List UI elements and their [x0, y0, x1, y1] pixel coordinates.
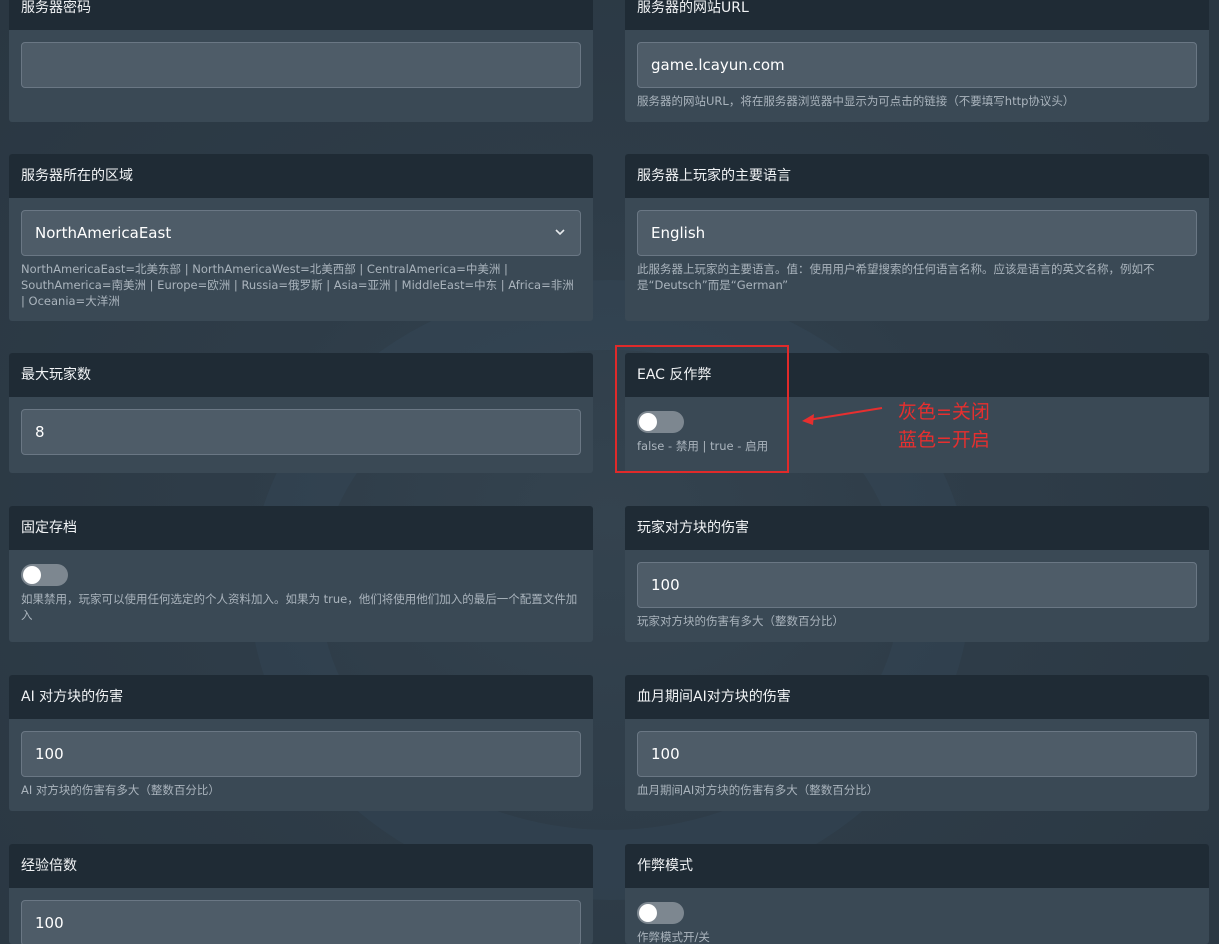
server-url-input[interactable]: game.lcayun.com: [637, 42, 1197, 88]
card-server-password: 服务器密码: [9, 0, 593, 122]
settings-page: 服务器密码 服务器的网站URL game.lcayun.com 服务器的网站UR…: [0, 0, 1219, 944]
fixed-save-toggle[interactable]: [21, 564, 68, 586]
help-text: AI 对方块的伤害有多大（整数百分比）: [21, 783, 220, 797]
help-text: 如果禁用，玩家可以使用任何选定的个人资料加入。如果为 true，他们将使用他们加…: [21, 592, 578, 622]
annotation-text-off: 灰色=关闭: [898, 401, 990, 423]
help-text: 此服务器上玩家的主要语言。值：使用用户希望搜索的任何语言名称。应该是语言的英文名…: [637, 262, 1155, 292]
card-player-block-damage: 玩家对方块的伤害 100 玩家对方块的伤害有多大（整数百分比）: [625, 506, 1209, 642]
toggle-knob: [639, 904, 657, 922]
max-players-input[interactable]: 8: [21, 409, 581, 455]
help-text: 作弊模式开/关: [637, 930, 710, 944]
card-title: 经验倍数: [9, 844, 593, 888]
card-title: 血月期间AI对方块的伤害: [625, 675, 1209, 719]
chevron-down-icon: [554, 211, 566, 273]
card-title: 服务器所在的区域: [9, 154, 593, 198]
help-text: 服务器的网站URL，将在服务器浏览器中显示为可点击的链接（不要填写http协议头…: [637, 94, 1075, 108]
card-fixed-save: 固定存档 如果禁用，玩家可以使用任何选定的个人资料加入。如果为 true，他们将…: [9, 506, 593, 642]
bloodmoon-ai-block-damage-input[interactable]: 100: [637, 731, 1197, 777]
player-block-damage-input[interactable]: 100: [637, 562, 1197, 608]
card-title: 服务器密码: [9, 0, 593, 30]
card-cheat-mode: 作弊模式 作弊模式开/关: [625, 844, 1209, 944]
server-region-select[interactable]: NorthAmericaEast: [21, 210, 581, 256]
card-server-region: 服务器所在的区域 NorthAmericaEast NorthAmericaEa…: [9, 154, 593, 321]
ai-block-damage-input[interactable]: 100: [21, 731, 581, 777]
card-title: 最大玩家数: [9, 353, 593, 397]
server-language-input[interactable]: English: [637, 210, 1197, 256]
toggle-knob: [23, 566, 41, 584]
help-text: 血月期间AI对方块的伤害有多大（整数百分比）: [637, 783, 879, 797]
card-server-url: 服务器的网站URL game.lcayun.com 服务器的网站URL，将在服务…: [625, 0, 1209, 122]
select-value: NorthAmericaEast: [35, 224, 172, 242]
card-max-players: 最大玩家数 8: [9, 353, 593, 473]
annotation-text-on: 蓝色=开启: [898, 429, 990, 451]
card-server-language: 服务器上玩家的主要语言 English 此服务器上玩家的主要语言。值：使用用户希…: [625, 154, 1209, 321]
card-title: 作弊模式: [625, 844, 1209, 888]
help-text: 玩家对方块的伤害有多大（整数百分比）: [637, 614, 844, 628]
xp-multiplier-input[interactable]: 100: [21, 900, 581, 944]
card-title: 服务器的网站URL: [625, 0, 1209, 30]
card-ai-block-damage: AI 对方块的伤害 100 AI 对方块的伤害有多大（整数百分比）: [9, 675, 593, 811]
arrow-left-icon: [802, 407, 883, 425]
server-password-input[interactable]: [21, 42, 581, 88]
card-title: 固定存档: [9, 506, 593, 550]
card-title: 服务器上玩家的主要语言: [625, 154, 1209, 198]
help-text: NorthAmericaEast=北美东部 | NorthAmericaWest…: [21, 262, 574, 308]
annotation-highlight-box: [615, 345, 789, 473]
card-title: AI 对方块的伤害: [9, 675, 593, 719]
cheat-mode-toggle[interactable]: [637, 902, 684, 924]
card-xp-multiplier: 经验倍数 100: [9, 844, 593, 944]
card-title: 玩家对方块的伤害: [625, 506, 1209, 550]
card-bloodmoon-ai-block-damage: 血月期间AI对方块的伤害 100 血月期间AI对方块的伤害有多大（整数百分比）: [625, 675, 1209, 811]
